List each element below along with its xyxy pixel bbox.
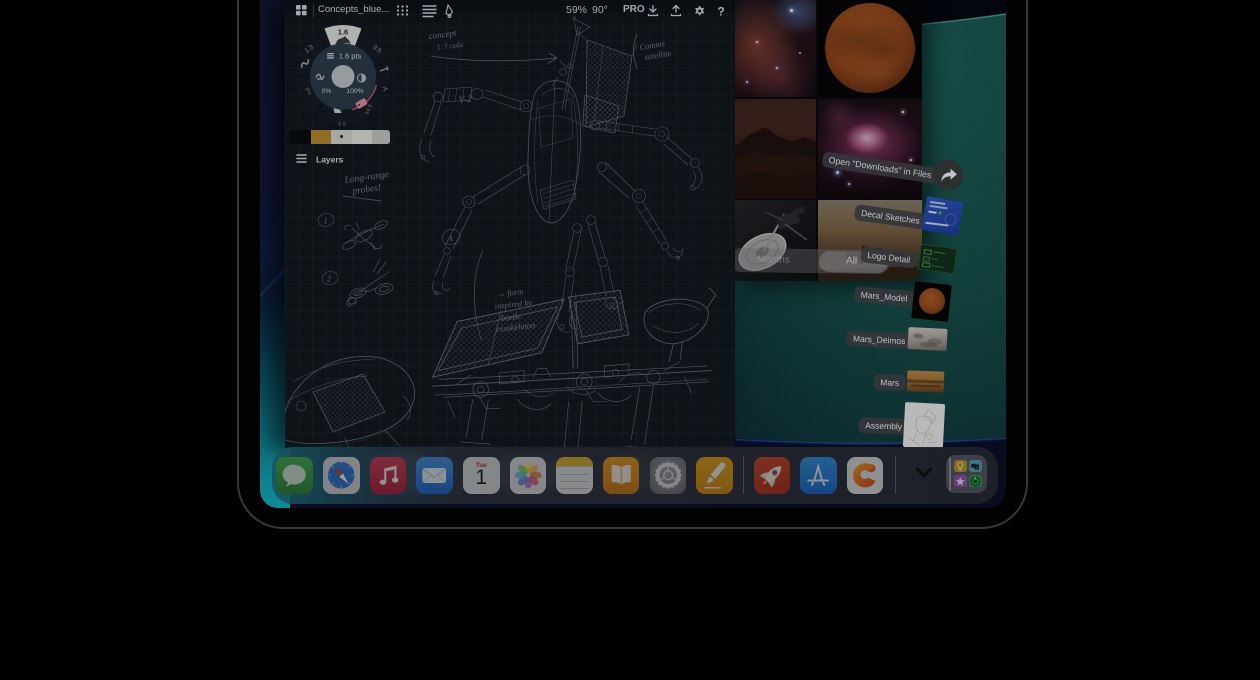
svg-text:100%: 100% bbox=[346, 88, 363, 95]
svg-text:concept: concept bbox=[428, 28, 457, 41]
svg-text:Long-range: Long-range bbox=[343, 170, 390, 186]
svg-text:→ form: → form bbox=[496, 286, 524, 299]
svg-text:0%: 0% bbox=[322, 88, 332, 95]
svg-text:6 8: 6 8 bbox=[338, 122, 346, 128]
svg-text:?: ? bbox=[717, 4, 724, 18]
svg-text:1.6 pts: 1.6 pts bbox=[339, 52, 362, 61]
svg-text:Layers: Layers bbox=[316, 155, 344, 165]
svg-text:1:? colu: 1:? colu bbox=[436, 40, 463, 52]
svg-text:2: 2 bbox=[327, 275, 331, 284]
svg-text:1.6: 1.6 bbox=[338, 28, 348, 37]
svg-text:probes!: probes! bbox=[351, 183, 382, 197]
svg-text:1: 1 bbox=[324, 217, 328, 226]
